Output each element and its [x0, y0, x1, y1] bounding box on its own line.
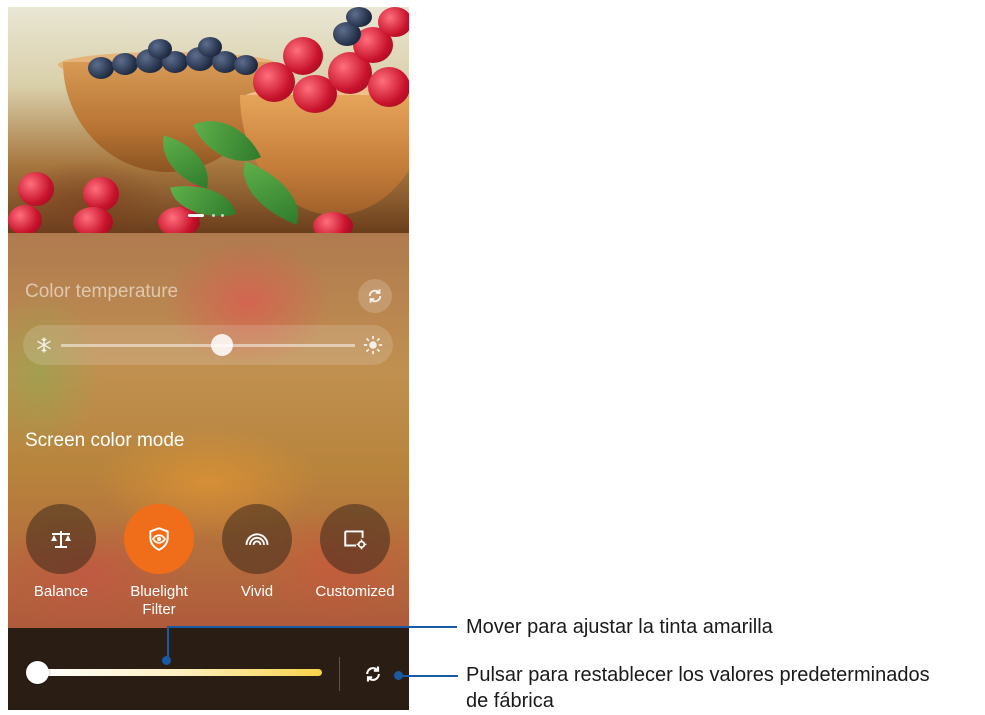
blueberry [148, 39, 172, 59]
refresh-icon [368, 289, 382, 303]
mode-customized-button[interactable] [320, 504, 390, 574]
raspberry [73, 207, 113, 233]
screen-color-mode-title: Screen color mode [25, 430, 185, 451]
screen-settings-icon [344, 530, 367, 550]
sun-icon [363, 335, 383, 355]
scale-icon [51, 531, 71, 548]
callout-dot [162, 656, 171, 665]
yellow-tint-slider-thumb[interactable] [26, 661, 49, 684]
yellow-tint-bar [8, 628, 409, 710]
reset-annotation-line2: de fábrica [466, 690, 554, 712]
preview-photo [8, 7, 409, 233]
raspberry [283, 37, 323, 75]
raspberry [83, 177, 119, 211]
snowflake-icon [37, 337, 51, 353]
mode-bluelight-filter-button[interactable] [124, 504, 194, 574]
blueberry [88, 57, 114, 79]
divider [339, 657, 340, 691]
page-dot [221, 214, 224, 217]
rainbow-icon [245, 533, 269, 546]
page-dot [212, 214, 215, 217]
blueberry [198, 37, 222, 57]
raspberry [313, 212, 353, 233]
color-temperature-reset-button[interactable] [358, 279, 392, 313]
mode-bluelight-filter-label: Bluelight Filter [130, 583, 188, 618]
mode-vivid-button[interactable] [222, 504, 292, 574]
mode-bluelight-filter[interactable]: Bluelight Filter [119, 504, 199, 619]
raspberry [378, 7, 409, 37]
color-settings-panel: Color temperature Screen color mode Bala… [8, 233, 409, 628]
mode-balance[interactable]: Balance [21, 504, 101, 601]
raspberry [18, 172, 54, 206]
reset-annotation-line1: Pulsar para restablecer los valores pred… [466, 664, 930, 686]
blueberry [346, 7, 372, 27]
color-temperature-slider[interactable] [23, 325, 393, 365]
raspberry [368, 67, 409, 107]
callout-dot [394, 671, 403, 680]
mode-vivid[interactable]: Vivid [217, 504, 297, 601]
page-dot-active [188, 214, 204, 217]
color-temperature-title: Color temperature [25, 281, 179, 302]
reset-defaults-button[interactable] [359, 660, 387, 688]
eye-shield-icon [149, 527, 169, 551]
yellow-tint-slider-track[interactable] [38, 669, 322, 676]
mode-customized[interactable]: Customized [315, 504, 395, 601]
phone-screen: Color temperature Screen color mode Bala… [8, 7, 409, 710]
mode-balance-button[interactable] [26, 504, 96, 574]
slider-annotation: Mover para ajustar la tinta amarilla [466, 616, 773, 638]
raspberry [8, 205, 42, 233]
mode-balance-label: Balance [33, 583, 89, 600]
mode-customized-label: Customized [315, 583, 395, 600]
color-temperature-thumb[interactable] [211, 334, 233, 356]
callout-line [167, 626, 457, 628]
blueberry [112, 53, 138, 75]
color-temperature-track [61, 344, 355, 347]
mode-vivid-label: Vivid [240, 583, 274, 600]
callout-line [398, 675, 458, 677]
refresh-icon [366, 666, 380, 682]
